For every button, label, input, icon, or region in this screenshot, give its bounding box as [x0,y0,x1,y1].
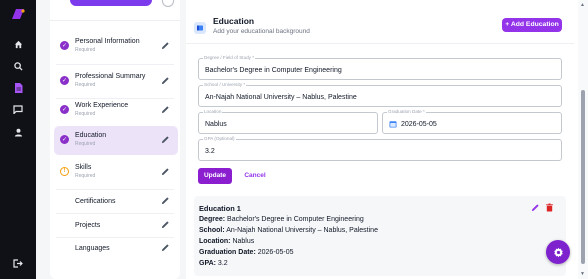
entry-degree: Degree: Bachelor's Degree in Computer En… [199,216,364,223]
location-field-value: Nablus [205,121,227,128]
settings-fab[interactable] [546,240,570,264]
entry-location-label: Location: [199,238,231,245]
entry-gpa-value: 3.2 [215,260,228,267]
edit-icon[interactable] [531,203,540,212]
search-icon[interactable] [0,58,36,74]
sidebar-item-label: Skills [75,164,92,171]
scrollbar-thumb[interactable] [581,90,585,264]
check-icon: ✓ [60,105,69,114]
entry-location: Location: Nablus [199,238,254,245]
school-field-value: An-Najah National University – Nablus, P… [205,94,357,101]
edit-icon[interactable] [161,220,170,229]
divider [56,64,174,65]
sidebar-item-professional-summary[interactable]: ✓ Professional Summary Required [54,67,178,96]
document-icon[interactable] [0,80,36,96]
scroll-down-icon[interactable]: ▼ [580,271,585,277]
add-education-button[interactable]: + Add Education [502,18,562,32]
home-icon[interactable] [0,36,36,52]
divider [50,20,180,21]
gpa-field-value: 3.2 [205,148,215,155]
school-field[interactable]: School / University * An-Najah National … [198,82,562,107]
entry-degree-label: Degree: [199,216,226,223]
sidebar-item-languages[interactable]: Languages [54,234,178,263]
sidebar-item-label: Work Experience [75,102,129,109]
scrollbar[interactable]: ▲ ▼ [578,0,588,279]
edit-icon[interactable] [161,41,170,50]
education-entry-card: Education 1 Degree: Bachelor's Degree in… [194,196,566,276]
sidebar-item-sub: Required [75,173,96,179]
divider [186,43,574,44]
entry-school-label: School: [199,227,225,234]
calendar-icon[interactable] [389,120,397,128]
delete-icon[interactable] [545,203,554,212]
scroll-up-icon[interactable]: ▲ [580,2,585,8]
check-icon: ✓ [60,135,69,144]
sidebar-item-label: Projects [75,222,101,229]
edit-icon[interactable] [161,243,170,252]
cancel-button[interactable]: Cancel [240,168,270,184]
entry-degree-value: Bachelor's Degree in Computer Engineerin… [225,216,364,223]
sidebar-item-skills[interactable]: ! Skills Required [54,158,178,187]
sections-card: ✓ Personal Information Required ✓ Profes… [50,0,180,279]
edit-icon[interactable] [161,105,170,114]
chat-icon[interactable] [0,101,36,117]
entry-gpa-label: GPA: [199,260,216,267]
warning-icon: ! [60,167,69,176]
entry-school: School: An-Najah National University – N… [199,227,378,234]
sidebar-item-label: Languages [75,245,110,252]
gear-icon [553,247,563,257]
edit-icon[interactable] [161,76,170,85]
edit-icon[interactable] [161,167,170,176]
sidebar-item-label: Education [75,132,107,139]
entry-graduation-label: Graduation Date: [199,249,256,256]
graduation-date-label: Graduation Date * [387,109,426,115]
gpa-field[interactable]: GPA (Optional) 3.2 [198,136,562,161]
user-icon[interactable] [0,124,36,140]
school-field-label: School / University * [203,82,247,88]
sidebar-item-sub: Required [75,111,96,117]
plus-icon: + [505,21,510,28]
section-title: Education [213,16,255,26]
progress-indicator [162,0,174,7]
degree-field-value: Bachelor's Degree in Computer Engineerin… [205,67,342,74]
section-subtitle: Add your educational background [213,28,310,35]
section-icon [194,22,206,34]
gpa-field-label: GPA (Optional) [203,136,236,142]
graduation-date-field[interactable]: Graduation Date * 2026-05-05 [382,109,562,134]
entry-location-value: Nablus [230,238,255,245]
sidebar-item-work-experience[interactable]: ✓ Work Experience Required [54,96,178,125]
edit-icon[interactable] [161,135,170,144]
sidebar-item-label: Professional Summary [75,73,146,80]
location-field-label: Location [203,109,223,115]
add-education-label: Add Education [510,21,559,28]
update-button[interactable]: Update [198,168,232,184]
edit-icon[interactable] [161,196,170,205]
entry-school-value: An-Najah National University – Nablus, P… [224,227,378,234]
entry-graduation-value: 2026-05-05 [255,249,294,256]
entry-gpa: GPA: 3.2 [199,260,228,267]
entry-graduation-date: Graduation Date: 2026-05-05 [199,249,294,256]
sidebar-item-label: Personal Information [75,38,140,45]
sidebar-item-sub: Required [75,141,96,147]
sidebar-item-sub: Required [75,47,96,53]
degree-field-label: Degree / Field of Study * [203,55,256,61]
sidebar-item-label: Certifications [75,198,116,205]
check-icon: ✓ [60,41,69,50]
entry-title: Education 1 [199,204,241,213]
icon-rail [0,0,36,279]
sidebar-item-personal-information[interactable]: ✓ Personal Information Required [54,32,178,61]
location-field[interactable]: Location Nablus [198,109,378,134]
check-icon: ✓ [60,76,69,85]
download-button[interactable] [70,0,152,6]
logout-icon[interactable] [0,255,36,271]
sidebar-item-sub: Required [75,82,96,88]
degree-field[interactable]: Degree / Field of Study * Bachelor's Deg… [198,55,562,80]
education-editor: Education Add your educational backgroun… [186,0,588,279]
section-sidebar: ✓ Personal Information Required ✓ Profes… [36,0,186,279]
logo-icon[interactable] [11,8,25,20]
sidebar-item-education[interactable]: ✓ Education Required [54,126,178,155]
graduation-date-value: 2026-05-05 [401,121,437,128]
